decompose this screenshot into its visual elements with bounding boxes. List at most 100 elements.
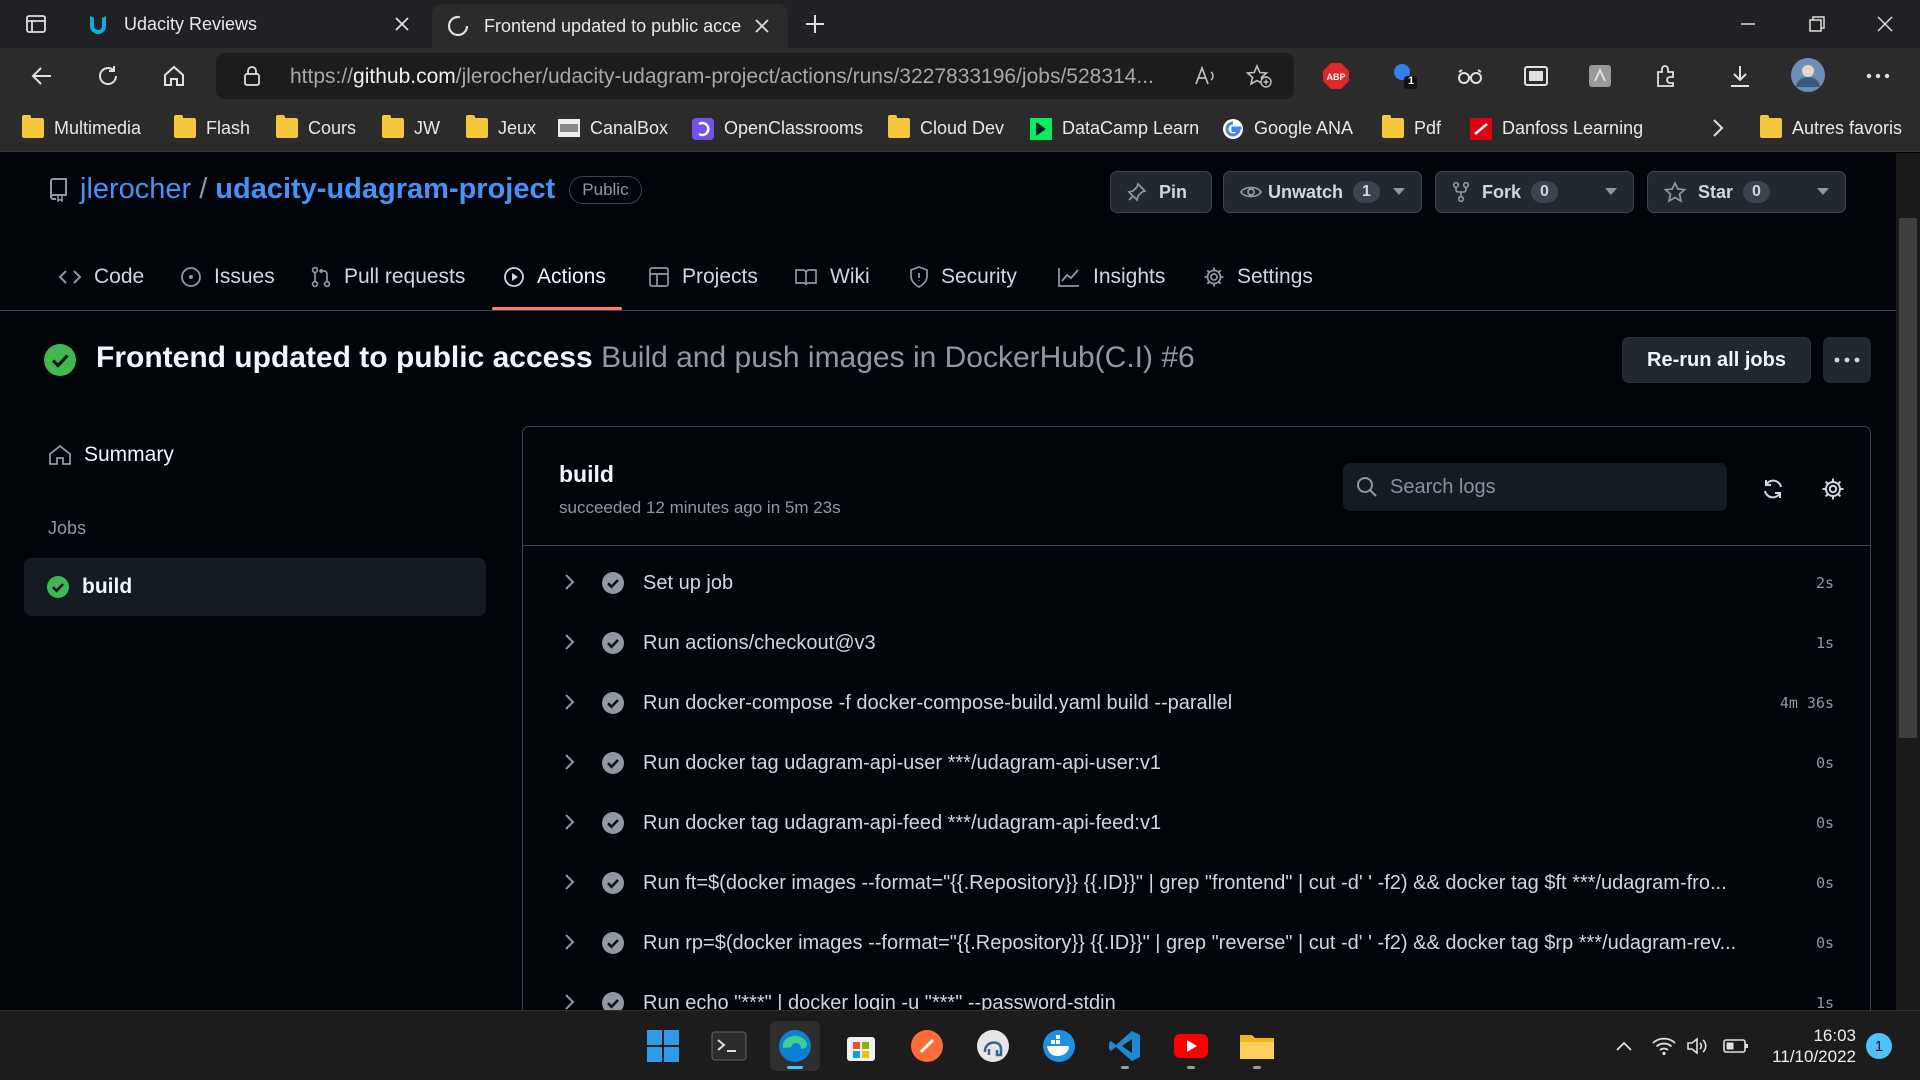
tab-security[interactable]: Security [909, 249, 1017, 305]
summary-link[interactable]: Summary [48, 443, 174, 467]
add-favorite-icon[interactable] [1246, 64, 1272, 88]
log-step[interactable]: Set up job 2s [523, 554, 1870, 614]
chevron-right-icon[interactable] [563, 572, 577, 592]
page-scrollbar-thumb[interactable] [1899, 218, 1917, 738]
book-icon [794, 267, 818, 287]
unwatch-button[interactable]: Unwatch 1 [1223, 171, 1422, 213]
running-app-indicator [1253, 1066, 1261, 1069]
browser-menu-icon[interactable] [1860, 58, 1896, 94]
repo-name-link[interactable]: udacity-udagram-project [215, 173, 555, 206]
chevron-right-icon[interactable] [563, 932, 577, 952]
star-button[interactable]: Star 0 [1647, 171, 1846, 213]
rerun-all-jobs-button[interactable]: Re-run all jobs [1622, 337, 1811, 383]
tab-projects[interactable]: Projects [648, 249, 758, 305]
tab-settings[interactable]: Settings [1203, 249, 1313, 305]
bookmark-multimedia[interactable]: Multimedia [22, 115, 141, 141]
log-step[interactable]: Run docker tag udagram-api-user ***/udag… [523, 734, 1870, 794]
system-clock[interactable]: 16:03 11/10/2022 [1762, 1025, 1856, 1067]
bookmark-google-ana[interactable]: Google ANA [1222, 115, 1353, 141]
bookmark-cours[interactable]: Cours [276, 115, 356, 141]
extensions-icon[interactable] [1648, 58, 1684, 94]
more-options-kebab-icon[interactable] [1823, 337, 1871, 383]
chevron-right-icon[interactable] [563, 632, 577, 652]
refresh-logs-icon[interactable] [1761, 477, 1785, 501]
close-tab-icon[interactable] [750, 14, 774, 38]
job-item-build[interactable]: build [24, 558, 486, 616]
close-tab-icon[interactable] [390, 12, 414, 36]
tab-insights[interactable]: Insights [1057, 249, 1165, 305]
minimize-icon[interactable] [1730, 6, 1766, 42]
bookmark-canalbox[interactable]: CanalBox [558, 115, 668, 141]
lock-icon[interactable] [242, 65, 262, 87]
log-step[interactable]: Run actions/checkout@v3 1s [523, 614, 1870, 674]
new-tab-icon[interactable] [797, 6, 833, 42]
adblock-plus-icon[interactable]: ABP [1318, 58, 1354, 94]
downloads-icon[interactable] [1722, 58, 1758, 94]
vscode-icon[interactable] [1100, 1021, 1150, 1071]
bookmark-cloud-dev[interactable]: Cloud Dev [888, 115, 1004, 141]
repo-owner-link[interactable]: jlerocher [80, 173, 191, 206]
home-icon[interactable] [156, 58, 192, 94]
restore-icon[interactable] [1799, 6, 1835, 42]
bookmark-openclassrooms[interactable]: OpenClassrooms [692, 115, 863, 141]
bookmark-datacamp[interactable]: DataCamp Learn [1030, 115, 1199, 141]
pgadmin-elephant-icon[interactable] [968, 1021, 1018, 1071]
gray-extension-icon[interactable] [1582, 58, 1618, 94]
search-logs-input[interactable] [1390, 475, 1710, 499]
fork-button[interactable]: Fork 0 [1435, 171, 1634, 213]
log-step[interactable]: Run echo "***" | docker login -u "***" -… [523, 974, 1870, 1010]
bookmark-pdf[interactable]: Pdf [1382, 115, 1441, 141]
youtube-icon[interactable] [1166, 1021, 1216, 1071]
log-step[interactable]: Run rp=$(docker images --format="{{.Repo… [523, 914, 1870, 974]
log-settings-gear-icon[interactable] [1821, 477, 1845, 501]
show-hidden-icons-chevron-icon[interactable] [1606, 1028, 1642, 1064]
tab-udacity-reviews[interactable]: Udacity Reviews [72, 0, 428, 48]
chevron-right-icon[interactable] [563, 992, 577, 1010]
battery-icon[interactable] [1718, 1028, 1754, 1064]
start-windows-icon[interactable] [638, 1021, 688, 1071]
volume-icon[interactable] [1680, 1028, 1716, 1064]
search-logs-field[interactable] [1343, 463, 1727, 511]
tab-code[interactable]: Code [58, 249, 144, 305]
bookmark-jw[interactable]: JW [382, 115, 440, 141]
close-window-icon[interactable] [1867, 6, 1903, 42]
bookmark-jeux[interactable]: Jeux [466, 115, 536, 141]
tab-wiki[interactable]: Wiki [794, 249, 870, 305]
glasses-extension-icon[interactable] [1452, 58, 1488, 94]
chevron-right-icon[interactable] [563, 812, 577, 832]
tab-issues[interactable]: Issues [180, 249, 275, 305]
tab-actions[interactable]: Actions [503, 249, 606, 305]
profile-avatar[interactable] [1790, 57, 1826, 93]
chevron-right-icon[interactable] [563, 692, 577, 712]
bookmark-danfoss[interactable]: Danfoss Learning [1470, 115, 1643, 141]
extension-badge-icon[interactable]: 1 [1386, 58, 1422, 94]
file-explorer-icon[interactable] [1232, 1021, 1282, 1071]
log-step[interactable]: Run docker tag udagram-api-feed ***/udag… [523, 794, 1870, 854]
tab-frontend-updated[interactable]: Frontend updated to public acce [432, 4, 788, 48]
address-bar[interactable]: https://github.com/jlerocher/udacity-uda… [216, 53, 1294, 99]
tab-actions-icon[interactable] [18, 6, 54, 42]
pin-button[interactable]: Pin [1110, 171, 1212, 213]
picture-in-picture-icon[interactable] [1518, 58, 1554, 94]
wifi-icon[interactable] [1646, 1028, 1682, 1064]
chevron-right-icon[interactable] [563, 872, 577, 892]
log-step[interactable]: Run docker-compose -f docker-compose-bui… [523, 674, 1870, 734]
edge-browser-icon[interactable] [770, 1021, 820, 1071]
tab-pull-requests[interactable]: Pull requests [310, 249, 465, 305]
chevron-right-icon[interactable] [563, 752, 577, 772]
more-bookmarks-chevron-icon[interactable] [1700, 110, 1736, 146]
watch-dropdown-caret-icon[interactable] [1393, 188, 1405, 196]
bookmark-flash[interactable]: Flash [174, 115, 250, 141]
postman-icon[interactable] [902, 1021, 952, 1071]
star-dropdown-caret-icon[interactable] [1817, 188, 1829, 196]
fork-dropdown-caret-icon[interactable] [1605, 188, 1617, 196]
refresh-icon[interactable] [90, 58, 126, 94]
bookmark-other-favorites[interactable]: Autres favoris [1760, 115, 1902, 141]
docker-icon[interactable] [1034, 1021, 1084, 1071]
back-icon[interactable] [24, 58, 60, 94]
microsoft-store-icon[interactable] [836, 1021, 886, 1071]
notification-badge[interactable]: 1 [1866, 1033, 1892, 1059]
log-step[interactable]: Run ft=$(docker images --format="{{.Repo… [523, 854, 1870, 914]
terminal-icon[interactable] [704, 1021, 754, 1071]
read-aloud-icon[interactable] [1194, 65, 1218, 87]
